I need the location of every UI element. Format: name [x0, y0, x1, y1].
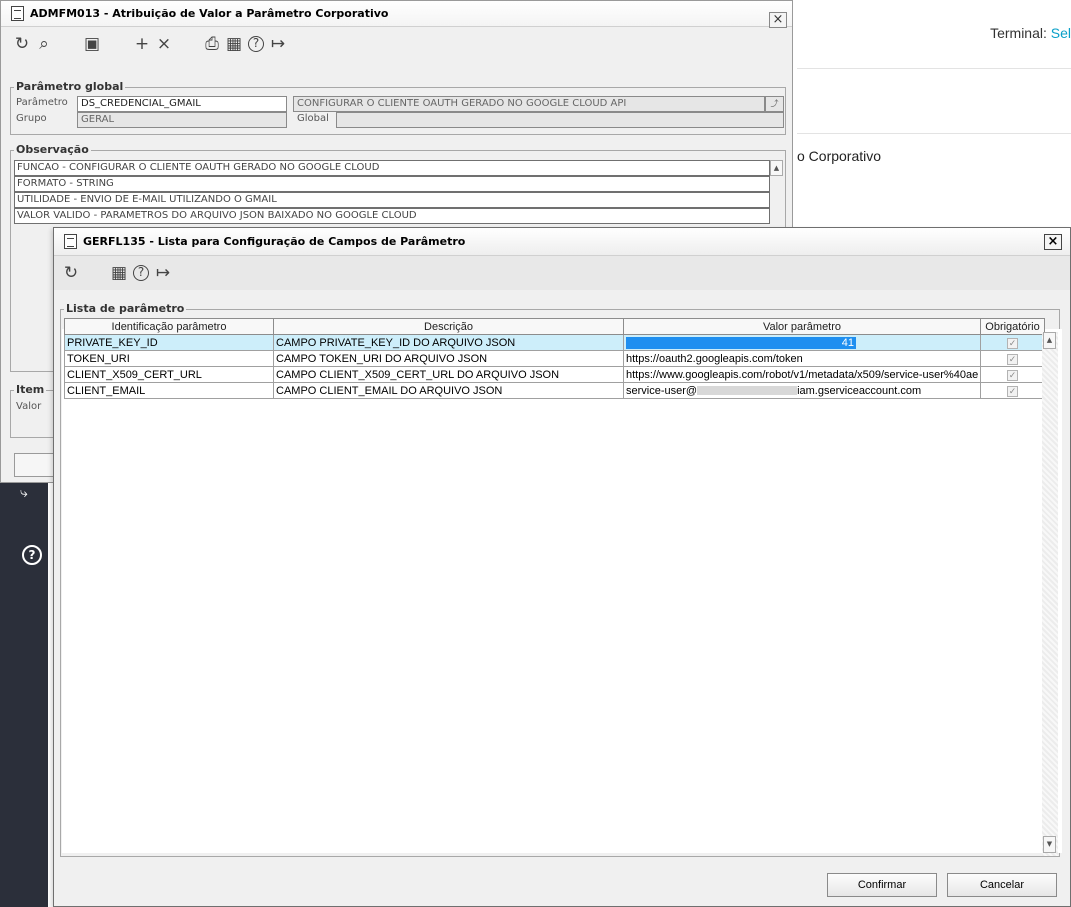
cell-id[interactable]: TOKEN_URI — [64, 350, 274, 367]
table-row[interactable]: CLIENT_X509_CERT_URL CAMPO CLIENT_X509_C… — [64, 366, 1045, 383]
refresh-icon[interactable]: ↻ — [11, 34, 33, 54]
exit-icon[interactable]: ↦ — [267, 34, 289, 54]
observation-line[interactable]: FORMATO - STRING — [14, 176, 770, 192]
link-icon[interactable]: ⤷ — [20, 485, 42, 501]
cell-id[interactable]: CLIENT_EMAIL — [64, 382, 274, 399]
help-icon[interactable]: ? — [133, 265, 149, 281]
parameter-description-field: CONFIGURAR O CLIENTE OAUTH GERADO NO GOO… — [293, 96, 765, 112]
table-row[interactable]: PRIVATE_KEY_ID CAMPO PRIVATE_KEY_ID DO A… — [64, 334, 1045, 351]
grid-scrollbar[interactable] — [1042, 332, 1058, 856]
save-icon[interactable]: ▣ — [81, 34, 103, 54]
cell-value[interactable]: https://www.googleapis.com/robot/v1/meta… — [623, 366, 981, 383]
observation-line[interactable]: VALOR VALIDO - PARAMETROS DO ARQUIVO JSO… — [14, 208, 770, 224]
selected-value-text[interactable]: 41 — [626, 336, 856, 349]
cell-description[interactable]: CAMPO CLIENT_X509_CERT_URL DO ARQUIVO JS… — [273, 366, 624, 383]
value-label: Valor — [16, 401, 42, 412]
cell-value[interactable]: 41 — [623, 334, 981, 351]
parameter-field[interactable]: DS_CREDENCIAL_GMAIL — [77, 96, 287, 112]
global-field — [336, 112, 784, 128]
document-icon — [64, 234, 77, 249]
cell-required: ✓ — [980, 334, 1045, 351]
redacted-block — [697, 386, 798, 396]
search-icon[interactable]: ⌕ — [33, 34, 55, 54]
calendar-icon[interactable]: ▦ — [223, 34, 245, 54]
link-icon[interactable]: ⤴ — [765, 96, 784, 112]
cell-value[interactable]: service-user@ iam.gserviceaccount.com — [623, 382, 981, 399]
column-header[interactable]: Descrição — [273, 318, 624, 335]
column-header[interactable]: Identificação parâmetro — [64, 318, 274, 335]
calendar-icon[interactable]: ▦ — [108, 263, 130, 283]
close-button[interactable]: × — [1044, 234, 1062, 250]
terminal-indicator[interactable]: Terminal: Sel — [990, 25, 1071, 41]
table-row[interactable]: TOKEN_URI CAMPO TOKEN_URI DO ARQUIVO JSO… — [64, 350, 1045, 367]
refresh-icon[interactable]: ↻ — [60, 263, 82, 283]
window-titlebar: GERFL135 - Lista para Configuração de Ca… — [54, 228, 1070, 256]
cancel-button[interactable]: Cancelar — [947, 873, 1057, 897]
cell-required: ✓ — [980, 350, 1045, 367]
parameter-label: Parâmetro — [16, 97, 68, 108]
confirm-button[interactable]: Confirmar — [827, 873, 937, 897]
cell-value[interactable]: https://oauth2.googleapis.com/token — [623, 350, 981, 367]
cell-required: ✓ — [980, 382, 1045, 399]
action-button[interactable] — [14, 453, 54, 477]
checkbox: ✓ — [1007, 385, 1018, 397]
help-icon[interactable]: ? — [248, 36, 264, 52]
column-header[interactable]: Obrigatório — [980, 318, 1045, 335]
toolbar: ↻ ⌕ ▣ + × ⎙ ▦ ? ↦ — [1, 27, 792, 61]
document-icon — [11, 6, 24, 21]
group-label: Item — [14, 383, 47, 396]
window-title: GERFL135 - Lista para Configuração de Ca… — [83, 235, 466, 248]
grid-background — [62, 329, 1062, 853]
exit-icon[interactable]: ↦ — [152, 263, 174, 283]
email-prefix: service-user@ — [626, 384, 698, 397]
cell-required: ✓ — [980, 366, 1045, 383]
group-label: Parâmetro global — [14, 80, 126, 93]
background-divider — [797, 68, 1071, 69]
background-sidebar — [0, 483, 48, 907]
background-page-title: o Corporativo — [797, 148, 882, 164]
delete-icon[interactable]: × — [153, 34, 175, 54]
table-row[interactable]: CLIENT_EMAIL CAMPO CLIENT_EMAIL DO ARQUI… — [64, 382, 1045, 399]
group-label: Observação — [14, 143, 91, 156]
window-titlebar: ADMFM013 - Atribuição de Valor a Parâmet… — [1, 1, 792, 27]
toolbar: ↻ ▦ ? ↦ — [54, 256, 1070, 290]
column-header[interactable]: Valor parâmetro — [623, 318, 981, 335]
checkbox: ✓ — [1007, 337, 1018, 349]
table-header-row: Identificação parâmetro Descrição Valor … — [64, 318, 1045, 335]
print-icon[interactable]: ⎙ — [201, 34, 223, 54]
scroll-down-button[interactable]: ▼ — [1043, 836, 1056, 853]
background-divider — [797, 133, 1071, 134]
group-label: Lista de parâmetro — [64, 302, 187, 315]
scroll-up-button[interactable]: ▲ — [770, 160, 783, 176]
group-field: GERAL — [77, 112, 287, 128]
cell-description[interactable]: CAMPO CLIENT_EMAIL DO ARQUIVO JSON — [273, 382, 624, 399]
group-label: Grupo — [16, 113, 47, 124]
cell-id[interactable]: CLIENT_X509_CERT_URL — [64, 366, 274, 383]
close-button[interactable]: × — [769, 12, 787, 28]
window-title: ADMFM013 - Atribuição de Valor a Parâmet… — [30, 7, 389, 20]
cell-id[interactable]: PRIVATE_KEY_ID — [64, 334, 274, 351]
add-icon[interactable]: + — [131, 34, 153, 54]
observation-line[interactable]: UTILIDADE - ENVIO DE E-MAIL UTILIZANDO O… — [14, 192, 770, 208]
gerfl135-window: GERFL135 - Lista para Configuração de Ca… — [53, 227, 1071, 907]
observation-line[interactable]: FUNCAO - CONFIGURAR O CLIENTE OAUTH GERA… — [14, 160, 770, 176]
help-icon[interactable]: ? — [22, 545, 42, 565]
checkbox: ✓ — [1007, 353, 1018, 365]
terminal-label: Terminal: — [990, 25, 1047, 41]
terminal-value[interactable]: Sel — [1051, 25, 1071, 41]
cell-description[interactable]: CAMPO TOKEN_URI DO ARQUIVO JSON — [273, 350, 624, 367]
checkbox: ✓ — [1007, 369, 1018, 381]
global-label: Global — [297, 113, 329, 124]
cell-description[interactable]: CAMPO PRIVATE_KEY_ID DO ARQUIVO JSON — [273, 334, 624, 351]
email-suffix: iam.gserviceaccount.com — [797, 384, 922, 397]
scroll-up-button[interactable]: ▲ — [1043, 332, 1056, 349]
parameter-table: Identificação parâmetro Descrição Valor … — [64, 318, 1045, 399]
